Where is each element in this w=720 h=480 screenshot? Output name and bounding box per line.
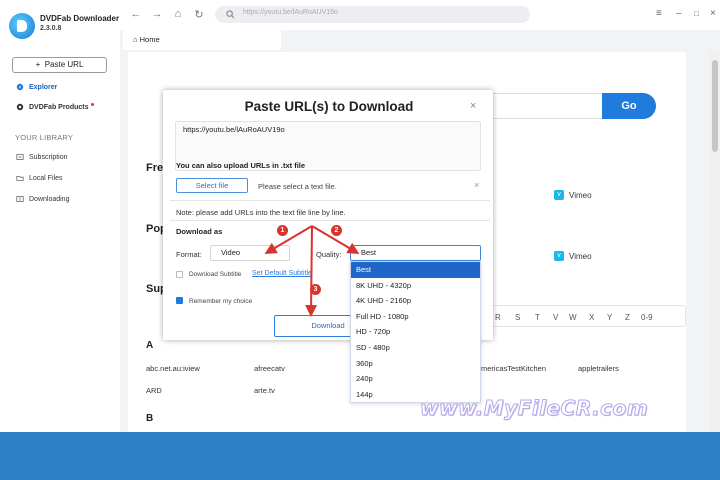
watermark: www.MyFileCR.com — [419, 396, 649, 421]
step-badge-3: 3 — [310, 284, 321, 295]
arrow-format — [264, 225, 313, 255]
step-badge-1: 1 — [277, 225, 288, 236]
arrow-download — [305, 225, 318, 317]
bottom-banner — [0, 432, 720, 480]
step-badge-2: 2 — [331, 225, 342, 236]
